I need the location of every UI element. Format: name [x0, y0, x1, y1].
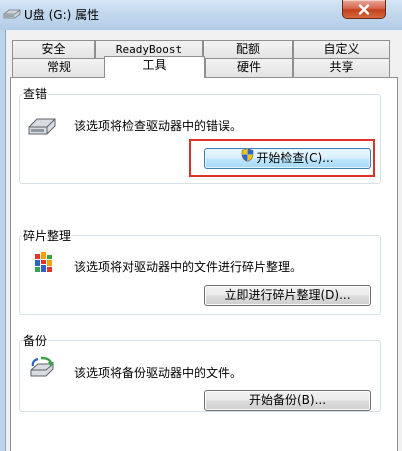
tab-tools[interactable]: 工具	[104, 56, 205, 78]
close-icon	[358, 3, 370, 15]
tab-customize[interactable]: 自定义	[293, 40, 390, 59]
drive-icon	[3, 8, 21, 19]
backup-icon	[29, 356, 57, 383]
window-title: U盘 (G:) 属性	[24, 8, 100, 22]
tab-general[interactable]: 常规	[12, 58, 106, 77]
tab-quota[interactable]: 配额	[203, 40, 293, 59]
defrag-description: 该选项将对驱动器中的文件进行碎片整理。	[74, 260, 303, 274]
tab-sharing[interactable]: 共享	[293, 58, 390, 77]
tools-tab-page: 查错 该选项将检查驱动器中的错误。 开始检查(C)... 碎片整理 该选项将对驱…	[10, 77, 398, 451]
dialog-body: 安全 ReadyBoost 配额 自定义 常规 工具 硬件 共享 查错 该选项将…	[5, 30, 402, 451]
error-check-description: 该选项将检查驱动器中的错误。	[74, 119, 243, 133]
close-button[interactable]	[342, 0, 386, 19]
defrag-now-button[interactable]: 立即进行碎片整理(D)...	[204, 285, 371, 306]
error-check-group-label: 查错	[22, 85, 49, 102]
backup-description: 该选项将备份驱动器中的文件。	[74, 366, 243, 380]
start-check-label: 开始检查(C)...	[256, 151, 334, 165]
drive-check-icon	[27, 115, 57, 140]
backup-group-label: 备份	[22, 332, 49, 349]
title-bar: U盘 (G:) 属性	[0, 0, 402, 30]
shield-icon	[241, 147, 254, 168]
tab-hardware[interactable]: 硬件	[205, 58, 293, 77]
start-backup-button[interactable]: 开始备份(B)...	[204, 390, 371, 411]
defrag-icon	[33, 251, 55, 278]
start-check-button[interactable]: 开始检查(C)...	[204, 147, 371, 169]
tab-security[interactable]: 安全	[12, 40, 95, 59]
error-check-group	[19, 94, 381, 184]
defrag-group-label: 碎片整理	[22, 227, 73, 244]
